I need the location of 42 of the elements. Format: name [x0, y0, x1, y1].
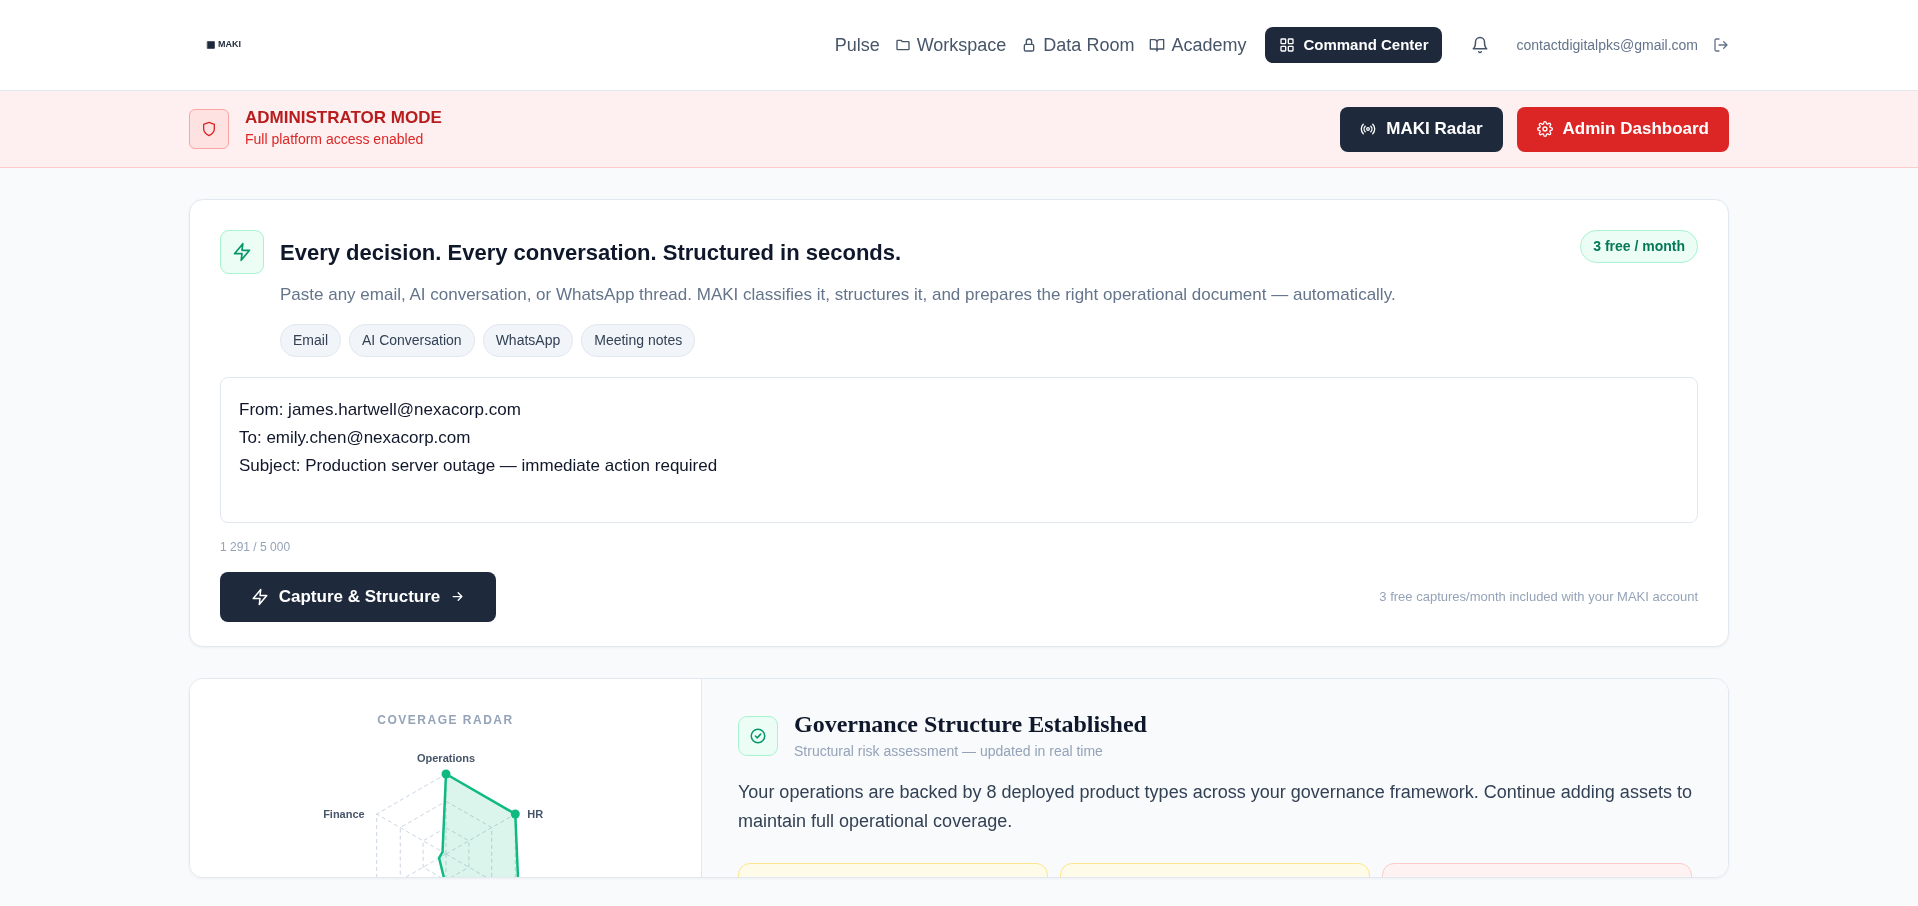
nav-link[interactable]: Data Room [1021, 31, 1135, 59]
source-chip[interactable]: WhatsApp [482, 323, 574, 357]
nav-link[interactable]: Academy [1149, 31, 1247, 59]
source-chip[interactable]: Meeting notes [581, 323, 696, 357]
card-description: Paste any email, AI conversation, or WhatsApp thread. MAKI classifies it, structures it, and prepares the right operational document — automatically. [280, 284, 1397, 306]
nav-link[interactable]: Workspace [894, 31, 1007, 59]
radar-title: COVERAGE RADAR [376, 711, 515, 729]
nav-link[interactable]: Pulse [834, 31, 880, 59]
logout-icon[interactable] [1713, 37, 1729, 53]
dashboard-button[interactable]: Admin Dashboard [1516, 106, 1729, 152]
broadcast-icon [1360, 121, 1377, 137]
governance-subtitle: Structural risk assessment — updated in real time [794, 741, 1104, 761]
folder-icon [894, 37, 911, 53]
card-title: Every decision. Every conversation. Structured in seconds. [280, 238, 902, 267]
gear-icon [1536, 121, 1553, 137]
banner-title: ADMINISTRATOR MODE [245, 108, 442, 129]
bell-icon[interactable] [1471, 36, 1490, 54]
bolt-icon [232, 242, 252, 262]
axis-label: Finance [323, 807, 365, 820]
axis-label: HR [527, 807, 544, 820]
governance-title: Governance Structure Established [794, 710, 1147, 737]
axis-label: Operations [416, 751, 476, 764]
book-icon [1149, 37, 1166, 53]
logo-icon [206, 40, 216, 50]
character-counter: 1 291 / 5 000 [220, 538, 292, 556]
grid-icon [1279, 37, 1296, 53]
capture-button[interactable]: Capture & Structure [220, 571, 496, 622]
message-input[interactable]: From: james.hartwell@nexacorp.com To: emily.chen@nexacorp.com Subject: Production server outage — immediate action required [220, 376, 1698, 523]
source-chip[interactable]: Email [280, 323, 341, 357]
radar-button[interactable]: MAKI Radar [1340, 106, 1503, 152]
governance-text: Your operations are backed by 8 deployed product types across your governance framework. Continue adding assets to maintain full operational coverage. [738, 780, 1692, 833]
user-email: contactdigitalpks@gmail.com [1516, 35, 1698, 55]
logo-text: MAKI [218, 38, 241, 52]
source-chip[interactable]: AI Conversation [349, 323, 475, 357]
banner-subtitle: Full platform access enabled [245, 129, 425, 149]
capture-note: 3 free captures/month included with your MAKI account [1379, 587, 1698, 606]
check-circle-icon [749, 727, 767, 746]
shield-icon [201, 121, 217, 137]
bolt-icon [250, 587, 269, 606]
command-center-button[interactable]: Command Center [1265, 26, 1443, 64]
arrow-right-icon [450, 589, 466, 604]
free-badge: 3 free / month [1580, 230, 1698, 263]
